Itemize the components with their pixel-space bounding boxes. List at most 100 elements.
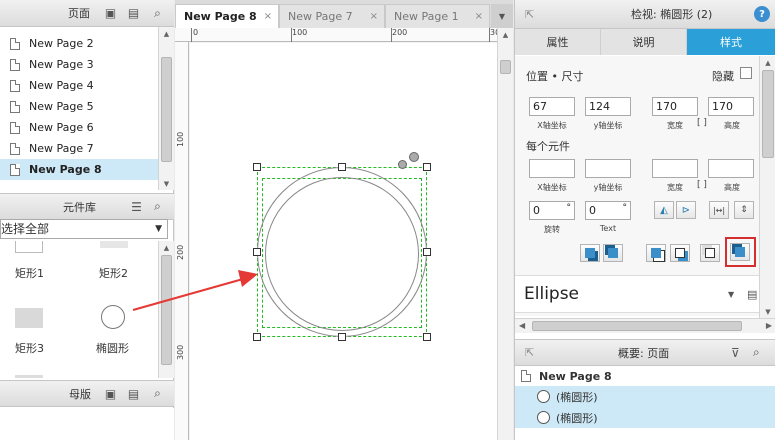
scroll-down-icon[interactable]: ▼ — [159, 178, 174, 189]
tab-new-page-7[interactable]: New Page 7 × — [279, 4, 385, 28]
distribute-h-button[interactable]: |↔| — [709, 201, 729, 219]
scroll-left-icon[interactable]: ◀ — [519, 321, 525, 330]
horizontal-ruler: 0 100 200 300 — [175, 28, 505, 42]
add-folder-icon[interactable]: ▤ — [126, 6, 141, 21]
width-label: 宽度 — [667, 121, 683, 130]
scrollbar-thumb[interactable] — [762, 70, 774, 158]
help-icon[interactable]: ? — [754, 6, 770, 22]
chevron-down-icon[interactable]: ▼ — [728, 290, 734, 299]
resize-handle[interactable] — [423, 248, 431, 256]
page-icon — [10, 79, 20, 92]
outline-page-row[interactable]: New Page 8 — [515, 366, 775, 386]
lock-ratio-icon[interactable]: [ ] — [697, 118, 707, 128]
outline-item[interactable]: (椭圆形) — [515, 386, 775, 407]
pages-panel-title: 页面 — [68, 7, 90, 20]
outline-item[interactable]: (椭圆形) — [515, 407, 775, 428]
each-width-field[interactable] — [652, 159, 698, 178]
tab-notes[interactable]: 说明 — [601, 29, 687, 55]
close-icon[interactable]: × — [475, 11, 483, 22]
tab-overflow-button[interactable]: ▼ — [491, 4, 513, 28]
height-field[interactable]: 170 — [708, 97, 754, 116]
search-icon[interactable]: ⌕ — [150, 199, 165, 214]
resize-handle[interactable] — [338, 333, 346, 341]
add-folder-icon[interactable]: ▤ — [126, 386, 141, 401]
ruler-tick-label: 200 — [392, 28, 408, 37]
group-button[interactable] — [700, 244, 720, 262]
rotate-field[interactable]: 0 ° — [529, 201, 575, 220]
send-backward-button[interactable] — [670, 244, 690, 262]
canvas-surface[interactable] — [190, 43, 497, 440]
flip-horizontal-button[interactable]: ◭ — [654, 201, 674, 219]
y-field[interactable]: 124 — [585, 97, 631, 116]
pages-scrollbar[interactable]: ▲ ▼ — [158, 27, 174, 190]
search-icon[interactable]: ⌕ — [150, 386, 165, 401]
close-icon[interactable]: × — [370, 11, 378, 22]
page-item[interactable]: New Page 2 — [0, 33, 158, 54]
rotation-handle[interactable] — [398, 160, 407, 169]
style-edit-icon[interactable]: ▤ — [747, 288, 757, 301]
tab-properties[interactable]: 属性 — [515, 29, 601, 55]
page-item[interactable]: New Page 7 — [0, 138, 158, 159]
canvas-scrollbar[interactable]: ▲ — [497, 28, 513, 440]
width-field[interactable]: 170 — [652, 97, 698, 116]
filter-icon[interactable]: ⊽ — [731, 346, 740, 360]
search-icon[interactable]: ⌕ — [150, 6, 165, 21]
ungroup-button[interactable] — [730, 243, 750, 261]
x-field[interactable]: 67 — [529, 97, 575, 116]
page-item[interactable]: New Page 4 — [0, 75, 158, 96]
hidden-checkbox[interactable] — [740, 67, 752, 79]
lock-ratio-icon[interactable]: [ ] — [697, 180, 707, 190]
scrollbar-thumb[interactable] — [161, 255, 172, 365]
send-to-back-button[interactable] — [603, 244, 623, 262]
style-selector[interactable]: Ellipse ▼ ▤ — [515, 275, 759, 313]
library-dropdown[interactable]: 选择全部 ▼ — [0, 219, 168, 239]
tab-new-page-8[interactable]: New Page 8 × — [175, 4, 279, 28]
scroll-right-icon[interactable]: ▶ — [766, 321, 772, 330]
tab-new-page-1[interactable]: New Page 1 × — [385, 4, 490, 28]
page-item-selected[interactable]: New Page 8 — [0, 159, 158, 180]
widget-rect2-thumb[interactable] — [100, 241, 128, 248]
resize-handle[interactable] — [253, 248, 261, 256]
flip-vertical-button[interactable]: ⊳ — [676, 201, 696, 219]
ellipse-shape[interactable] — [265, 177, 419, 331]
scrollbar-thumb[interactable] — [500, 60, 511, 74]
resize-handle[interactable] — [423, 333, 431, 341]
bring-forward-button[interactable] — [646, 244, 666, 262]
page-item[interactable]: New Page 3 — [0, 54, 158, 75]
widget-ellipse-thumb[interactable] — [101, 305, 125, 329]
widget-rect1-thumb[interactable] — [15, 241, 43, 253]
page-item[interactable]: New Page 5 — [0, 96, 158, 117]
inspector-scrollbar[interactable]: ▲ ▼ — [759, 56, 775, 318]
page-item[interactable]: New Page 6 — [0, 117, 158, 138]
scrollbar-thumb[interactable] — [532, 321, 742, 331]
scroll-up-icon[interactable]: ▲ — [159, 242, 174, 253]
text-rotate-field[interactable]: 0 ° — [585, 201, 631, 220]
scroll-down-icon[interactable]: ▼ — [760, 306, 775, 317]
each-y-field[interactable] — [585, 159, 631, 178]
add-master-icon[interactable]: ▣ — [103, 386, 118, 401]
bring-to-front-button[interactable] — [580, 244, 600, 262]
scroll-up-icon[interactable]: ▲ — [498, 29, 513, 40]
menu-icon[interactable]: ☰ — [129, 199, 144, 214]
add-page-icon[interactable]: ▣ — [103, 6, 118, 21]
search-icon[interactable]: ⌕ — [753, 345, 760, 360]
close-icon[interactable]: × — [264, 11, 272, 22]
inspector-h-scrollbar[interactable]: ◀ ▶ — [515, 318, 775, 333]
distribute-v-button[interactable]: ⇕ — [734, 201, 754, 219]
widget-rect3-thumb[interactable] — [15, 308, 43, 328]
collapse-icon[interactable]: ⇱ — [525, 346, 534, 359]
scroll-up-icon[interactable]: ▲ — [760, 57, 775, 68]
each-x-field[interactable] — [529, 159, 575, 178]
scroll-up-icon[interactable]: ▲ — [159, 28, 174, 39]
outline-header: ⇱ 概要: 页面 ⊽ ⌕ — [515, 339, 775, 366]
scrollbar-thumb[interactable] — [161, 57, 172, 162]
collapse-icon[interactable]: ⇱ — [525, 8, 534, 21]
resize-handle[interactable] — [253, 163, 261, 171]
each-height-field[interactable] — [708, 159, 754, 178]
rotation-handle[interactable] — [409, 152, 419, 162]
library-scrollbar[interactable]: ▲ — [158, 241, 174, 378]
resize-handle[interactable] — [253, 333, 261, 341]
resize-handle[interactable] — [338, 163, 346, 171]
tab-style[interactable]: 样式 — [687, 29, 775, 55]
resize-handle[interactable] — [423, 163, 431, 171]
